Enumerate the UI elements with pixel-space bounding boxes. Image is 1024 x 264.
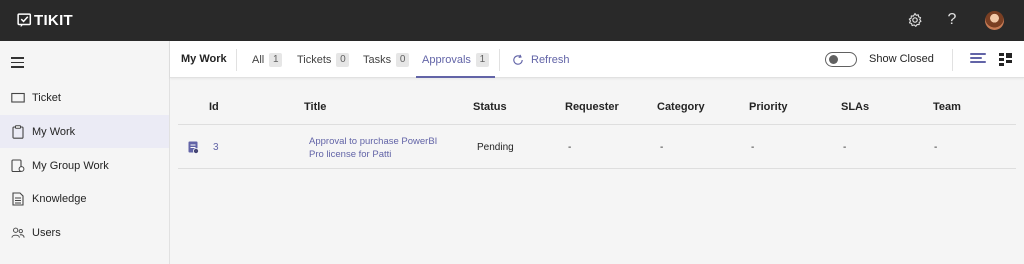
users-icon [11,226,25,240]
show-closed-toggle[interactable] [825,52,857,67]
group-work-icon [11,158,25,173]
tab-tickets[interactable]: Tickets 0 [297,41,350,78]
row-priority: - [751,142,755,153]
sidebar: Ticket My Work My Group Work Knowledge U… [0,41,170,264]
main-content: My Work All 1 Tickets 0 Tasks 0 Approval… [170,41,1024,264]
refresh-label: Refresh [531,53,570,66]
sidebar-item-label: My Work [32,125,76,138]
table-row[interactable]: 3 Approval to purchase PowerBI Pro licen… [178,125,1016,169]
sidebar-item-label: Ticket [32,91,61,104]
row-status: Pending [477,142,514,153]
ticket-icon [11,91,25,105]
document-icon [11,191,25,206]
board-view-icon[interactable] [999,53,1013,67]
sidebar-item-knowledge[interactable]: Knowledge [0,182,169,215]
tab-count-badge: 1 [475,52,489,67]
tab-label: All [252,53,265,66]
hamburger-menu-icon[interactable] [11,57,24,68]
tab-all[interactable]: All 1 [252,41,283,78]
clipboard-icon [11,124,25,139]
tab-label: Tasks [363,53,392,66]
sidebar-item-my-work[interactable]: My Work [0,115,169,148]
divider [499,49,500,71]
column-header-priority[interactable]: Priority [749,101,788,113]
gear-icon [908,12,922,27]
sidebar-item-users[interactable]: Users [0,216,169,249]
app-logo[interactable]: TIKIT [17,12,73,29]
show-closed-label: Show Closed [869,53,934,65]
list-view-icon[interactable] [970,53,986,65]
tab-label: Approvals [422,53,471,66]
work-items-table: Id Title Status Requester Category Prior… [178,88,1016,169]
toggle-knob [829,55,838,64]
help-button[interactable]: ? [943,11,961,29]
column-header-id[interactable]: Id [209,101,219,113]
row-slas: - [843,142,847,153]
column-header-requester[interactable]: Requester [565,101,619,113]
sidebar-item-label: Knowledge [32,192,87,205]
divider [952,49,953,71]
sidebar-item-label: Users [32,226,61,239]
refresh-icon [513,54,523,65]
table-header: Id Title Status Requester Category Prior… [178,88,1016,125]
avatar[interactable] [985,11,1004,30]
divider [236,49,237,71]
work-toolbar: My Work All 1 Tickets 0 Tasks 0 Approval… [170,41,1024,78]
tab-count-badge: 0 [336,52,350,67]
approval-icon [188,141,199,154]
tikit-logo-icon [17,13,32,28]
column-header-status[interactable]: Status [473,101,507,113]
top-bar: TIKIT ? [0,0,1024,41]
tab-label: Tickets [297,53,332,66]
app-name: TIKIT [34,12,73,29]
column-header-title[interactable]: Title [304,101,326,113]
tab-count-badge: 0 [396,52,410,67]
column-header-slas[interactable]: SLAs [841,101,869,113]
sidebar-item-ticket[interactable]: Ticket [0,81,169,114]
question-icon: ? [947,11,957,28]
row-title-link[interactable]: Approval to purchase PowerBI Pro license… [309,135,449,161]
settings-button[interactable] [906,11,924,29]
row-category: - [660,142,664,153]
row-requester: - [568,142,572,153]
refresh-button[interactable]: Refresh [512,41,570,78]
tab-count-badge: 1 [269,52,283,67]
column-header-team[interactable]: Team [933,101,961,113]
row-team: - [934,142,938,153]
tab-approvals[interactable]: Approvals 1 [416,41,495,78]
page-title: My Work [181,53,227,65]
row-id-link[interactable]: 3 [213,142,219,153]
column-header-category[interactable]: Category [657,101,705,113]
tab-tasks[interactable]: Tasks 0 [363,41,410,78]
sidebar-item-label: My Group Work [32,159,109,172]
sidebar-item-my-group-work[interactable]: My Group Work [0,149,169,182]
